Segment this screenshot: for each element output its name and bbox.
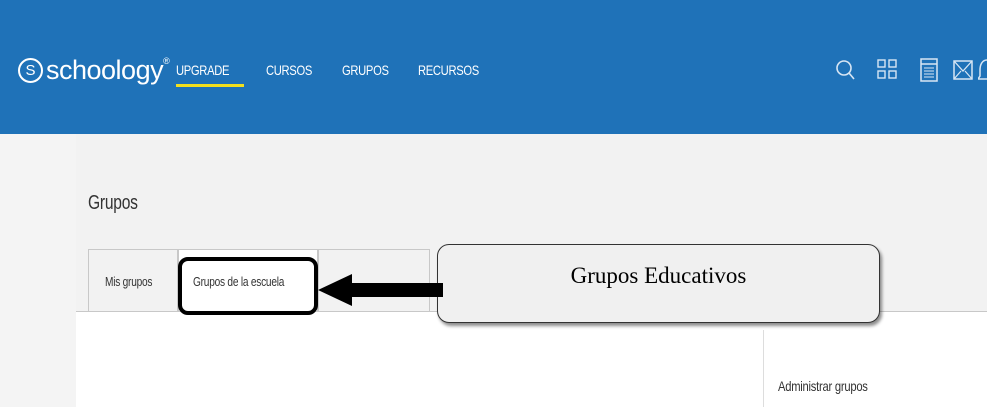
annotation-callout: Grupos Educativos: [437, 244, 880, 323]
left-margin-strip: [0, 134, 76, 407]
notifications-icon[interactable]: [978, 56, 987, 86]
nav-item-cursos[interactable]: CURSOS: [266, 62, 312, 78]
administrar-grupos-link[interactable]: Administrar grupos: [778, 378, 868, 394]
logo-trademark: ®: [163, 56, 170, 66]
right-column-divider: [763, 330, 764, 407]
nav-item-grupos[interactable]: GRUPOS: [342, 62, 389, 78]
apps-grid-icon[interactable]: [876, 56, 898, 86]
nav-active-underline: [176, 84, 244, 87]
nav-item-recursos[interactable]: RECURSOS: [418, 62, 479, 78]
logo-text: schoology: [46, 54, 164, 85]
active-tab-highlight-box: [178, 257, 318, 315]
search-icon[interactable]: [834, 56, 856, 86]
page-title: Grupos: [88, 192, 138, 214]
calendar-icon[interactable]: [918, 56, 940, 86]
tab-label: Mis grupos: [105, 274, 153, 289]
callout-text: Grupos Educativos: [570, 262, 747, 288]
nav-item-upgrade[interactable]: UPGRADE: [176, 62, 229, 78]
schoology-logo[interactable]: S schoology ®: [18, 54, 170, 86]
pointer-arrow-icon: [318, 274, 443, 306]
logo-mark-icon: S: [18, 57, 43, 83]
tab-mis-grupos[interactable]: Mis grupos: [88, 249, 178, 311]
messages-icon[interactable]: [952, 56, 976, 86]
